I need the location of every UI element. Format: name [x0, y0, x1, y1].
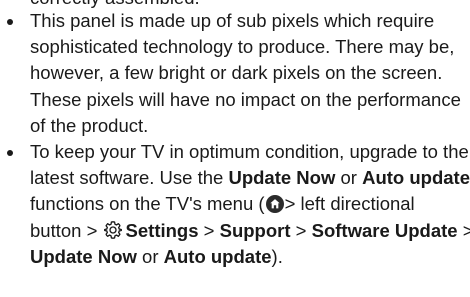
text-line: This panel is made up of sub pixels whic… — [30, 10, 435, 31]
bullet-item-software-update: To keep your TV in optimum condition, up… — [0, 139, 470, 270]
text-fragment: or — [142, 245, 159, 267]
text-fragment: latest software. Use the — [30, 167, 224, 189]
text-line: latest software. Use the Update Now or A… — [30, 165, 470, 191]
text-line: To keep your TV in optimum condition, up… — [30, 141, 469, 163]
home-icon — [265, 195, 284, 214]
separator: > — [295, 219, 307, 241]
text-line: functions on the TV's menu ( > left direc… — [30, 191, 466, 217]
update-now-term: Update Now — [30, 245, 137, 267]
text-line: of the product. — [30, 114, 149, 136]
settings-term: Settings — [125, 219, 199, 241]
auto-update-term: Auto update — [163, 245, 272, 267]
update-now-term: Update Now — [228, 167, 336, 189]
auto-update-term: Auto update — [362, 167, 470, 189]
bullet-marker — [7, 19, 13, 25]
software-update-term: Software Update — [311, 219, 458, 241]
bullet-marker — [7, 150, 13, 157]
text-fragment: ). — [271, 245, 283, 267]
gear-icon — [103, 220, 123, 240]
text-line: sophisticated technology to produce. The… — [30, 36, 455, 58]
bullet-item-pixels: This panel is made up of sub pixels whic… — [0, 8, 470, 139]
text-fragment: button > — [30, 219, 98, 241]
text-line: however, a few bright or dark pixels on … — [30, 62, 443, 84]
text-fragment: or — [340, 167, 357, 189]
support-term: Support — [219, 219, 291, 241]
text-line: button > Settings > Support > Software U… — [30, 218, 470, 244]
separator: > — [203, 219, 215, 241]
bullet-list: This panel is made up of sub pixels whic… — [0, 8, 470, 270]
text-line: These pixels will have no impact on the … — [30, 88, 461, 110]
text-fragment: > left directional — [284, 193, 415, 215]
text-line: Update Now or Auto update). — [30, 244, 466, 270]
text-fragment: functions on the TV's menu ( — [30, 193, 265, 215]
separator: > — [462, 219, 470, 241]
